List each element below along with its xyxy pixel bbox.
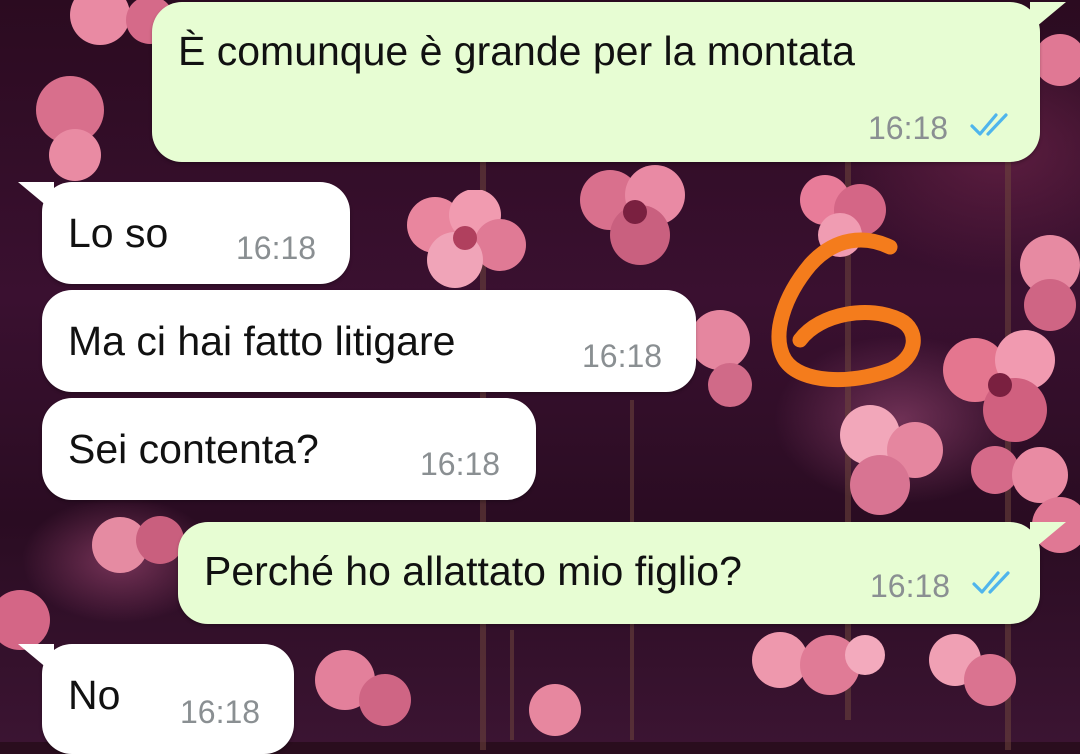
message-bubble-incoming[interactable]: Lo so 16:18 — [42, 182, 350, 284]
cherry-blossom-icon — [407, 190, 526, 288]
wallpaper-branch — [510, 630, 514, 740]
message-timestamp: 16:18 — [870, 568, 951, 604]
message-bubble-incoming[interactable]: No 16:18 — [42, 644, 294, 754]
handwritten-number-annotation: 6 — [740, 225, 930, 395]
cherry-blossom-icon — [840, 405, 943, 515]
message-text: No — [68, 672, 121, 718]
double-check-icon — [970, 113, 1008, 136]
message-bubble-incoming[interactable]: Sei contenta? 16:18 — [42, 398, 536, 500]
message-timestamp: 16:18 — [420, 446, 501, 482]
cherry-blossom-icon — [315, 650, 411, 726]
cherry-blossom-icon — [752, 632, 885, 695]
cherry-blossom-icon — [36, 76, 104, 181]
handwritten-six-mark — [771, 232, 921, 388]
message-timestamp: 16:18 — [180, 694, 261, 730]
cherry-blossom-icon — [929, 634, 1016, 706]
message-timestamp: 16:18 — [868, 110, 949, 146]
double-check-icon — [972, 571, 1010, 594]
message-text: Perché ho allattato mio figlio? — [204, 548, 742, 594]
message-bubble-outgoing[interactable]: È comunque è grande per la montata 16:18 — [152, 2, 1040, 162]
message-text: Ma ci hai fatto litigare — [68, 318, 456, 364]
bubble-tail — [1030, 2, 1066, 32]
message-timestamp: 16:18 — [582, 338, 663, 374]
message-bubble-incoming[interactable]: Ma ci hai fatto litigare 16:18 — [42, 290, 696, 392]
cherry-blossom-icon — [92, 516, 184, 573]
bubble-tail — [18, 644, 54, 674]
cherry-blossom-icon — [580, 165, 685, 265]
message-timestamp: 16:18 — [236, 230, 317, 266]
bubble-tail — [1030, 522, 1066, 552]
bubble-tail — [18, 182, 54, 212]
cherry-blossom-icon — [1020, 235, 1080, 331]
message-text: È comunque è grande per la montata — [178, 28, 855, 74]
message-text: Lo so — [68, 210, 169, 256]
cherry-blossom-icon — [529, 684, 581, 736]
message-text: Sei contenta? — [68, 426, 319, 472]
message-bubble-outgoing[interactable]: Perché ho allattato mio figlio? 16:18 — [178, 522, 1040, 624]
